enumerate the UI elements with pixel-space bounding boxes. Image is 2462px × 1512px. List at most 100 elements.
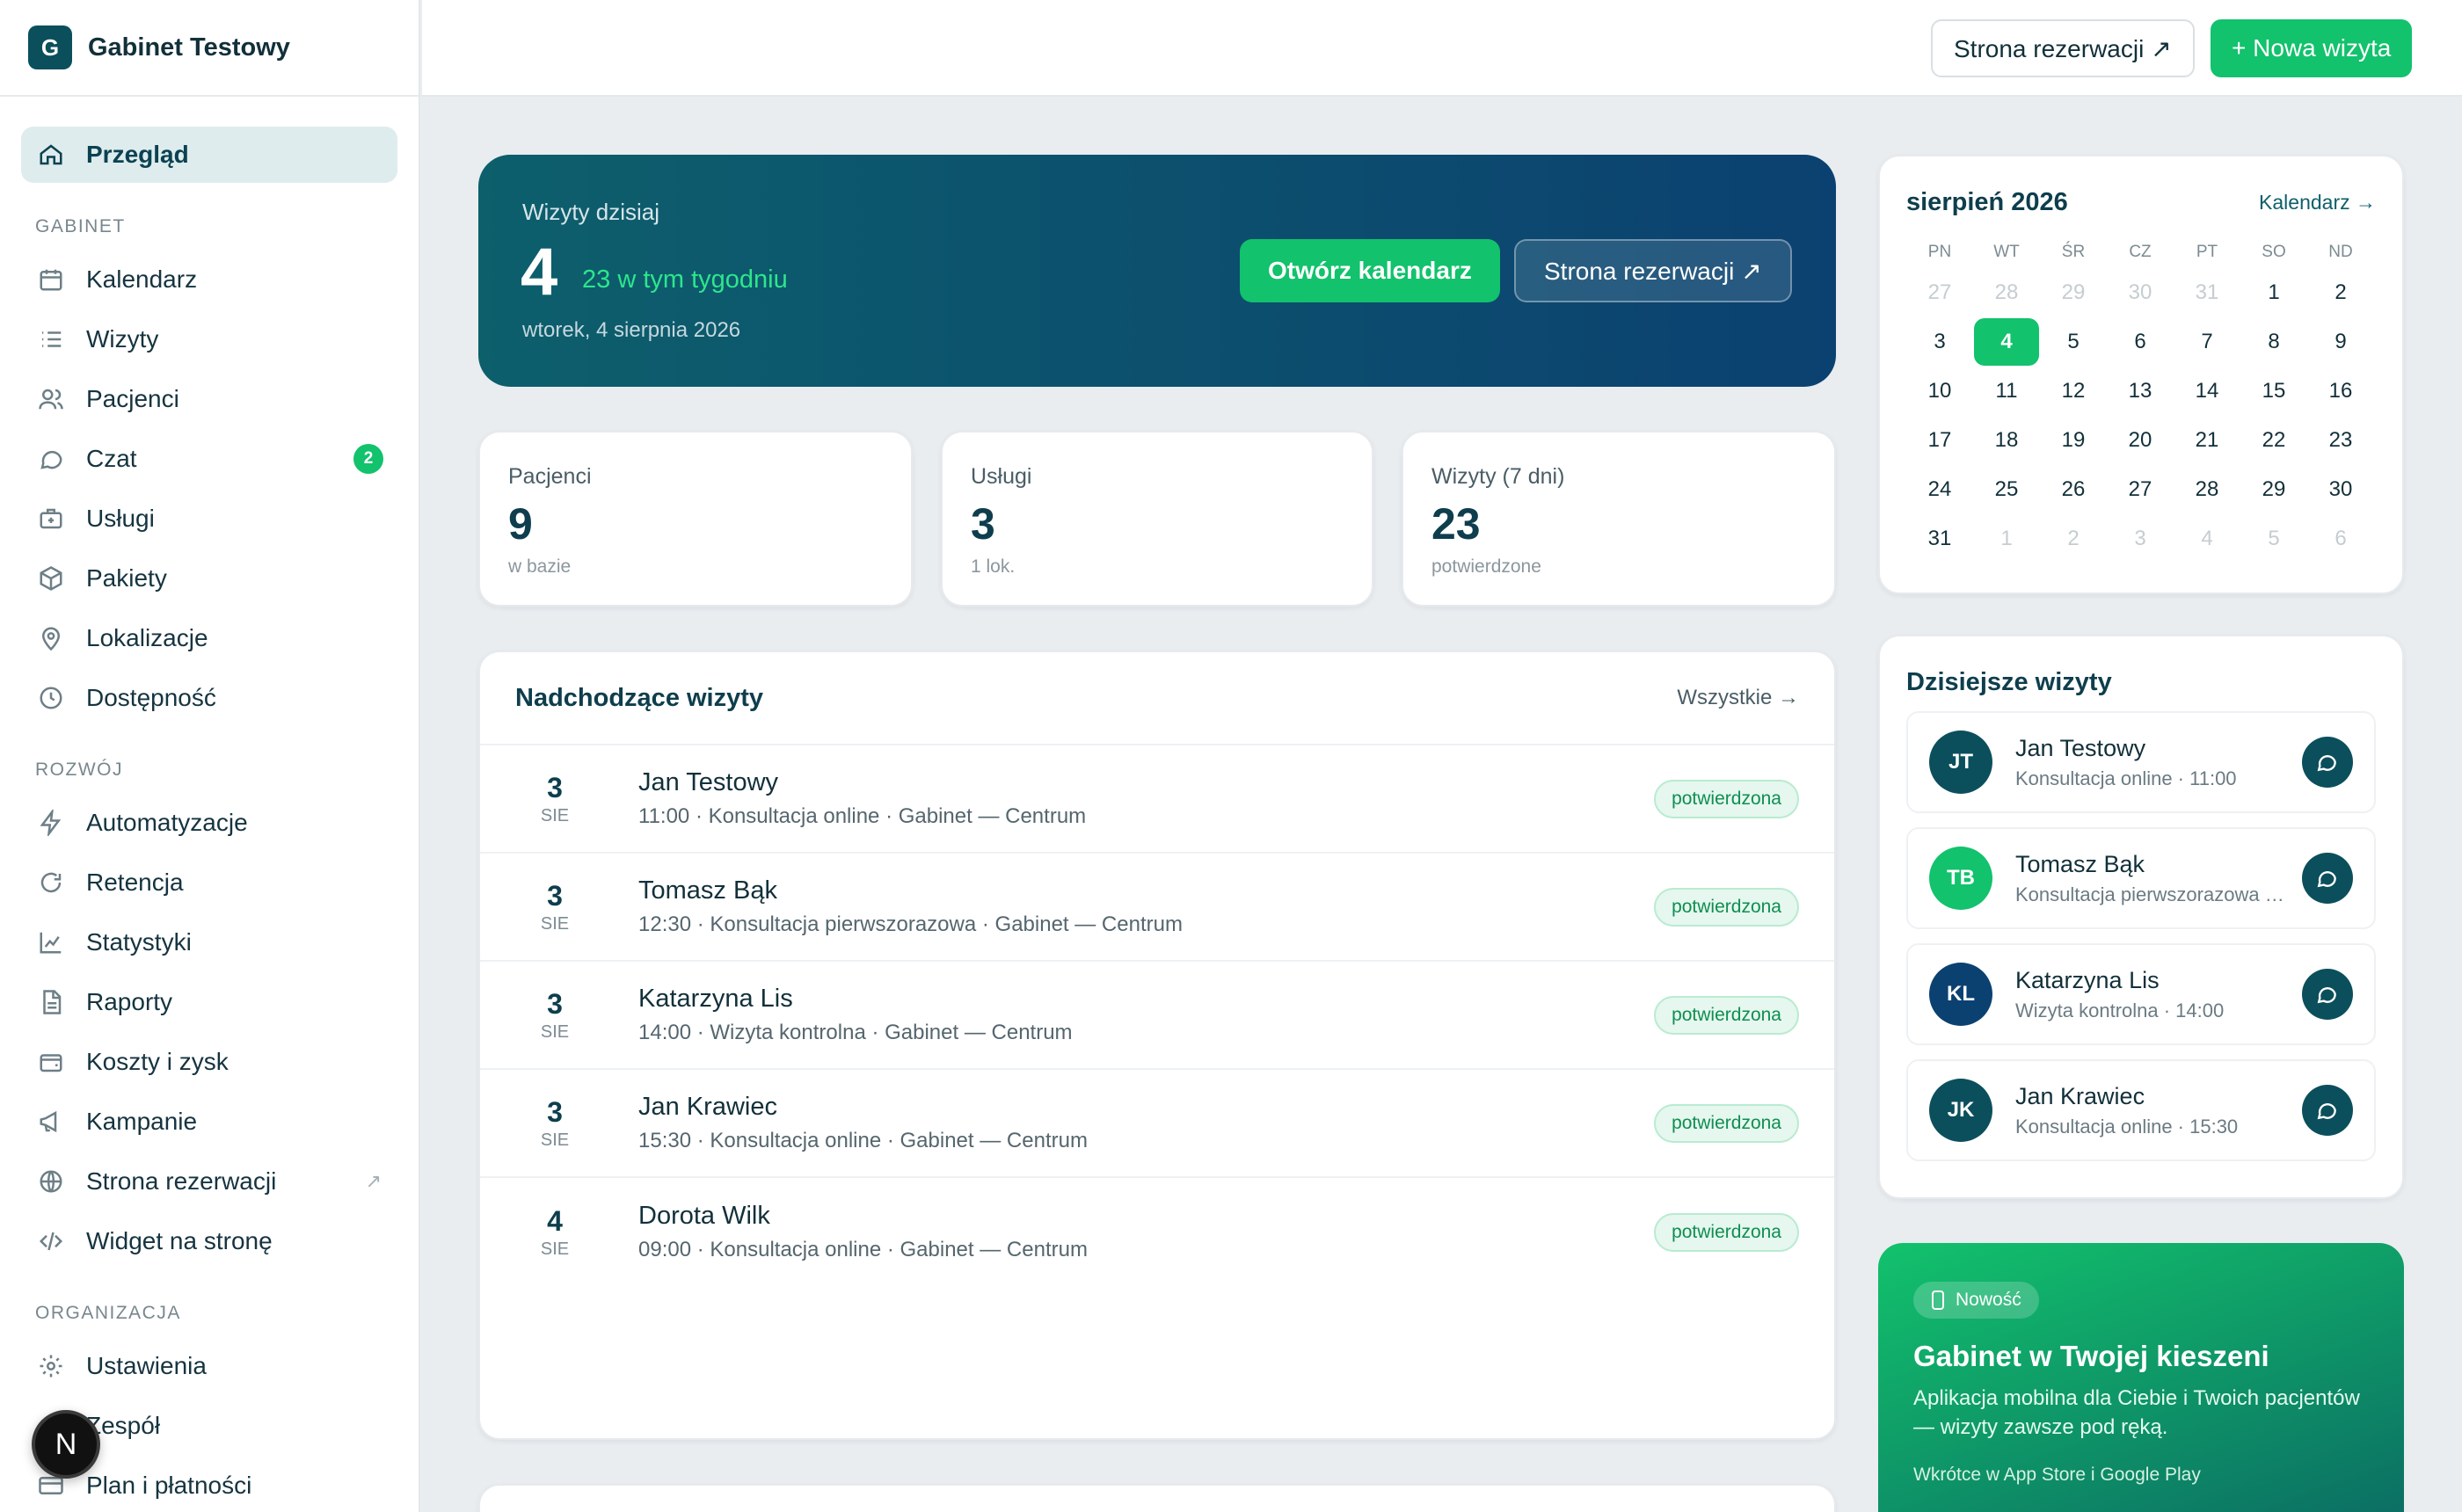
sidebar-item-label: Kampanie <box>86 1108 198 1135</box>
visit-day: 3 <box>547 987 563 1020</box>
calendar-day-number: 22 <box>2262 428 2286 452</box>
open-calendar-button[interactable]: Otwórz kalendarz <box>1240 239 1500 302</box>
sidebar-item-list[interactable]: Wizyty <box>21 311 397 367</box>
sidebar-item-chat[interactable]: Czat 2 <box>21 431 397 487</box>
calendar-day[interactable]: 18 <box>1973 416 2040 465</box>
calendar-day[interactable]: 23 <box>2307 416 2374 465</box>
today-visit-item[interactable]: JT Jan Testowy Konsultacja online · 11:00 <box>1906 711 2376 813</box>
calendar-day-today[interactable]: 4 <box>1973 317 2040 367</box>
calendar-day[interactable]: 6 <box>2107 317 2174 367</box>
chat-button[interactable] <box>2302 737 2353 788</box>
users-icon <box>37 385 65 413</box>
calendar-day[interactable]: 31 <box>2174 268 2240 317</box>
calendar-day[interactable]: 5 <box>2240 514 2307 563</box>
calendar-day[interactable]: 2 <box>2307 268 2374 317</box>
upcoming-visit-row[interactable]: 3 SIE Jan Testowy 11:00 · Konsultacja onlin… <box>480 745 1834 854</box>
calendar-day[interactable]: 11 <box>1973 367 2040 416</box>
calendar-day[interactable]: 30 <box>2307 465 2374 514</box>
calendar-day[interactable]: 1 <box>2240 268 2307 317</box>
today-visit-item[interactable]: TB Tomasz Bąk Konsultacja pierwszorazowa ·… <box>1906 827 2376 929</box>
visit-details: 09:00 · Konsultacja online · Gabinet — C… <box>638 1238 1088 1261</box>
sidebar-item-clock[interactable]: Dostępność <box>21 670 397 726</box>
calendar-day[interactable]: 12 <box>2040 367 2107 416</box>
hero-booking-button[interactable]: Strona rezerwacji ↗ <box>1514 239 1792 302</box>
sidebar-item-wallet[interactable]: Koszty i zysk <box>21 1034 397 1090</box>
calendar-day[interactable]: 21 <box>2174 416 2240 465</box>
sidebar-item-globe[interactable]: Strona rezerwacji ↗ <box>21 1153 397 1210</box>
calendar-day[interactable]: 31 <box>1906 514 1973 563</box>
calendar-day[interactable]: 9 <box>2307 317 2374 367</box>
sidebar-item-label: Koszty i zysk <box>86 1048 229 1075</box>
calendar-day[interactable]: 7 <box>2174 317 2240 367</box>
calendar-day[interactable]: 30 <box>2107 268 2174 317</box>
calendar-day[interactable]: 29 <box>2240 465 2307 514</box>
sidebar-item-label: Strona rezerwacji <box>86 1167 277 1195</box>
calendar-day[interactable]: 4 <box>2174 514 2240 563</box>
sidebar-item-bolt[interactable]: Automatyzacje <box>21 795 397 851</box>
calendar-day[interactable]: 19 <box>2040 416 2107 465</box>
sidebar-item-users[interactable]: Pacjenci <box>21 371 397 427</box>
booking-page-button[interactable]: Strona rezerwacji ↗ <box>1931 19 2195 77</box>
sidebar-item-refresh[interactable]: Retencja <box>21 854 397 911</box>
sidebar-item-label: Przegląd <box>86 141 189 168</box>
calendar-day[interactable]: 29 <box>2040 268 2107 317</box>
calendar-day[interactable]: 25 <box>1973 465 2040 514</box>
calendar-day[interactable]: 24 <box>1906 465 1973 514</box>
calendar-day[interactable]: 17 <box>1906 416 1973 465</box>
calendar-day[interactable]: 5 <box>2040 317 2107 367</box>
calendar-day[interactable]: 16 <box>2307 367 2374 416</box>
sidebar-item-code[interactable]: Widget na stronę <box>21 1213 397 1269</box>
today-visit-item[interactable]: JK Jan Krawiec Konsultacja online · 15:30 <box>1906 1059 2376 1161</box>
visit-info: Katarzyna Lis Wizyta kontrolna · 14:00 <box>2015 967 2224 1022</box>
calendar-day[interactable]: 2 <box>2040 514 2107 563</box>
calendar-day[interactable]: 28 <box>2174 465 2240 514</box>
calendar-day-number: 4 <box>2201 527 2213 550</box>
user-avatar[interactable]: N <box>32 1410 100 1479</box>
calendar-day-number: 31 <box>2195 280 2219 304</box>
sidebar-item-overview[interactable]: Przegląd <box>21 127 397 183</box>
calendar-day[interactable]: 22 <box>2240 416 2307 465</box>
chat-button[interactable] <box>2302 969 2353 1020</box>
weekday-label: PN <box>1927 243 1952 261</box>
visit-info: Tomasz Bąk 12:30 · Konsultacja pierwszora… <box>638 876 1183 937</box>
avatar: KL <box>1929 963 1992 1026</box>
sidebar-item-package[interactable]: Pakiety <box>21 550 397 607</box>
calendar-day[interactable]: 14 <box>2174 367 2240 416</box>
calendar-day[interactable]: 10 <box>1906 367 1973 416</box>
sidebar-item-megaphone[interactable]: Kampanie <box>21 1094 397 1150</box>
calendar-link[interactable]: Kalendarz → <box>2259 191 2376 214</box>
calendar-day[interactable]: 6 <box>2307 514 2374 563</box>
calendar-day[interactable]: 27 <box>1906 268 1973 317</box>
chat-button[interactable] <box>2302 1085 2353 1136</box>
brand[interactable]: G Gabinet Testowy <box>0 0 419 97</box>
chat-button[interactable] <box>2302 853 2353 904</box>
visit-info: Dorota Wilk 09:00 · Konsultacja online · … <box>638 1202 1088 1262</box>
calendar-day[interactable]: 15 <box>2240 367 2307 416</box>
upcoming-visit-row[interactable]: 3 SIE Jan Krawiec 15:30 · Konsultacja onlin… <box>480 1070 1834 1178</box>
chat-icon <box>37 445 65 473</box>
today-visit-item[interactable]: KL Katarzyna Lis Wizyta kontrolna · 14:00 <box>1906 943 2376 1045</box>
new-visit-button[interactable]: + Nowa wizyta <box>2211 19 2413 77</box>
calendar-day[interactable]: 3 <box>2107 514 2174 563</box>
calendar-day[interactable]: 28 <box>1973 268 2040 317</box>
calendar-day[interactable]: 20 <box>2107 416 2174 465</box>
sidebar-item-gear[interactable]: Ustawienia <box>21 1338 397 1394</box>
sidebar-item-briefcase[interactable]: Usługi <box>21 491 397 547</box>
sidebar-item-chart[interactable]: Statystyki <box>21 914 397 970</box>
sidebar-item-document[interactable]: Raporty <box>21 974 397 1030</box>
calendar-day[interactable]: 3 <box>1906 317 1973 367</box>
upcoming-visit-row[interactable]: 3 SIE Tomasz Bąk 12:30 · Konsultacja pierws… <box>480 854 1834 962</box>
sidebar-item-pin[interactable]: Lokalizacje <box>21 610 397 666</box>
upcoming-visit-row[interactable]: 4 SIE Dorota Wilk 09:00 · Konsultacja onlin… <box>480 1178 1834 1286</box>
upcoming-visit-row[interactable]: 3 SIE Katarzyna Lis 14:00 · Wizyta kontroln… <box>480 962 1834 1070</box>
calendar-day[interactable]: 26 <box>2040 465 2107 514</box>
status-badge: potwierdzona <box>1654 779 1799 818</box>
visit-month: SIE <box>540 1021 570 1042</box>
all-visits-link[interactable]: Wszystkie → <box>1677 686 1799 710</box>
calendar-day[interactable]: 27 <box>2107 465 2174 514</box>
calendar-day-number: 7 <box>2201 330 2213 353</box>
calendar-day[interactable]: 13 <box>2107 367 2174 416</box>
sidebar-item-calendar[interactable]: Kalendarz <box>21 251 397 308</box>
calendar-day[interactable]: 8 <box>2240 317 2307 367</box>
calendar-day[interactable]: 1 <box>1973 514 2040 563</box>
